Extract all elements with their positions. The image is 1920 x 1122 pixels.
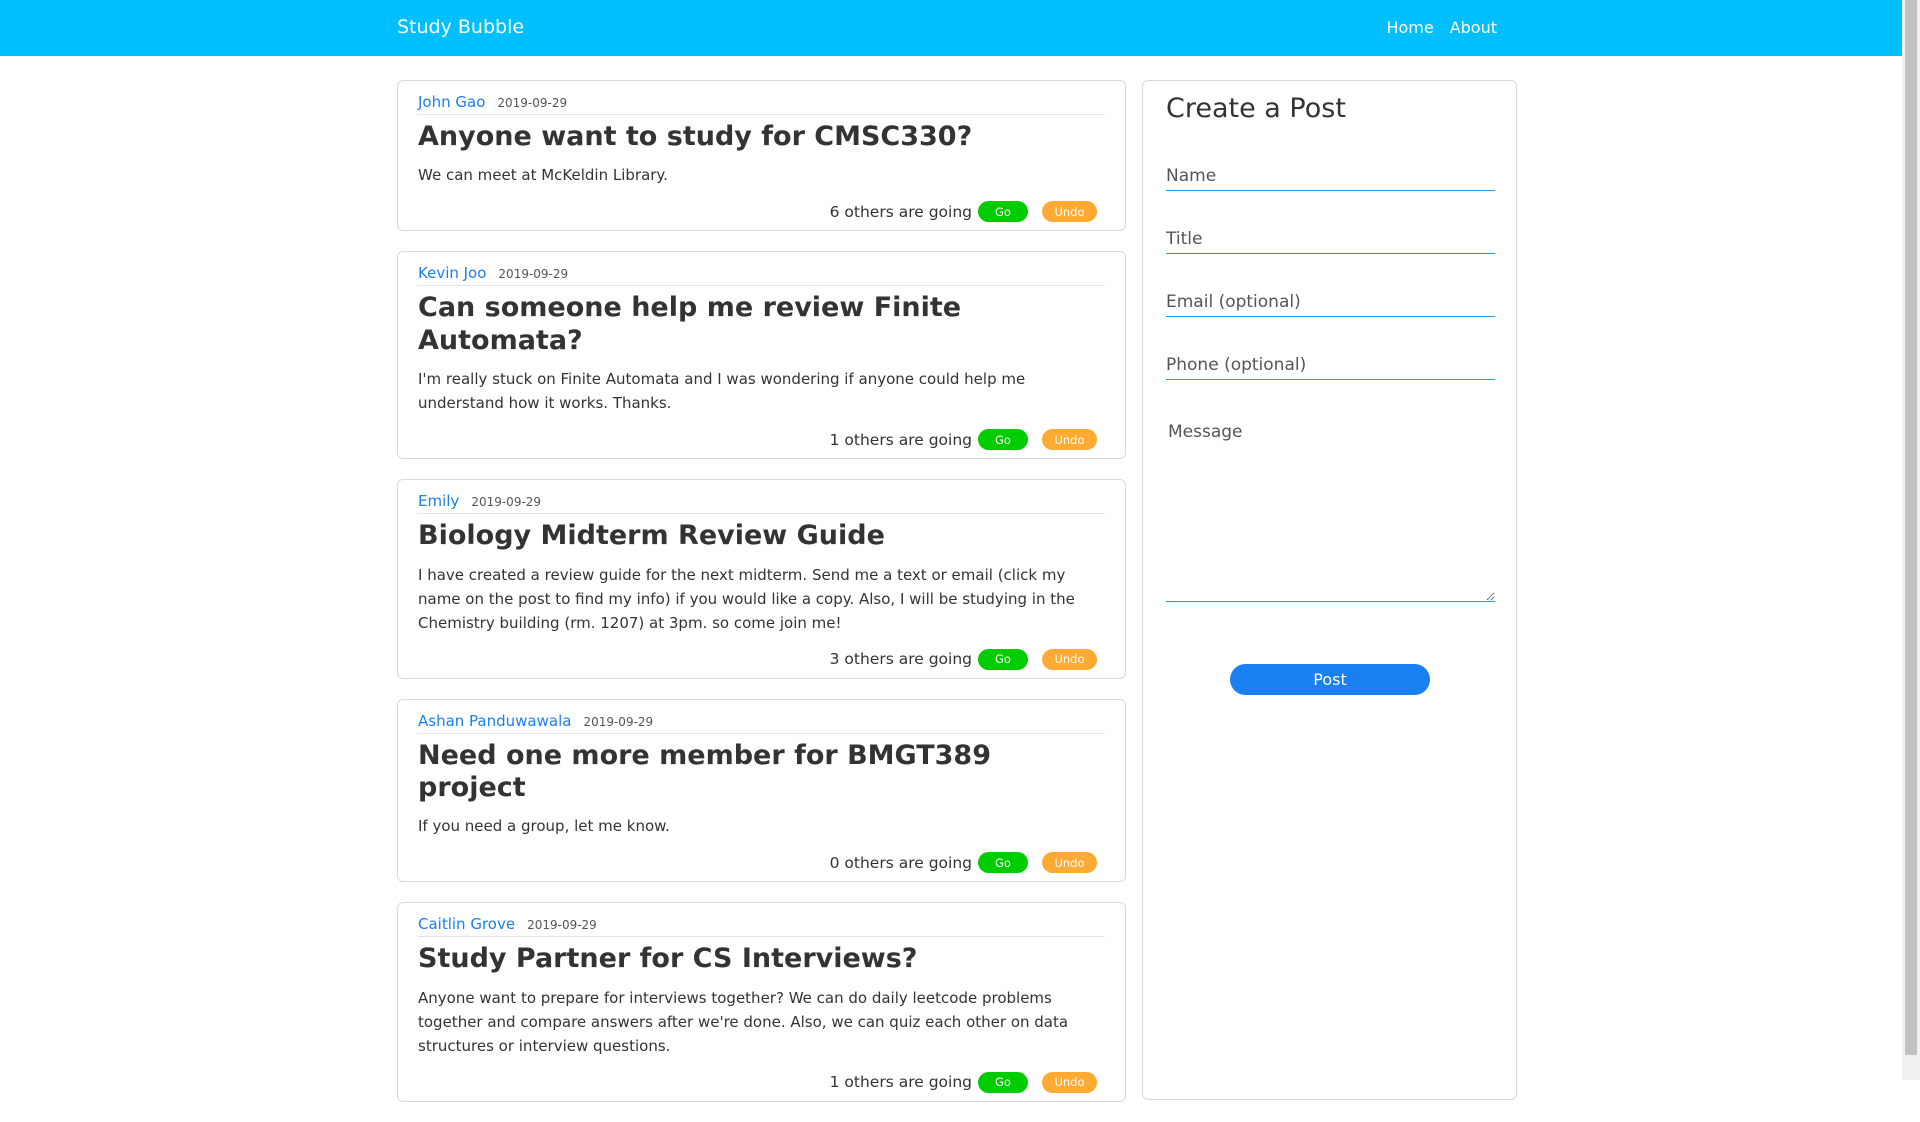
nav-home-link[interactable]: Home <box>1386 18 1433 37</box>
undo-button[interactable]: Undo <box>1042 429 1097 451</box>
post-card: Emily 2019-09-29 Biology Midterm Review … <box>397 479 1126 679</box>
post-header: Ashan Panduwawala 2019-09-29 <box>418 712 1105 734</box>
post-header: Caitlin Grove 2019-09-29 <box>418 915 1105 938</box>
page-scrollbar[interactable] <box>1902 0 1920 1080</box>
post-date: 2019-09-29 <box>497 96 568 110</box>
going-count: 3 others are going <box>829 650 972 669</box>
post-footer: 1 others are going Go Undo <box>418 429 1105 451</box>
create-post-panel: Create a Post Post <box>1142 80 1517 1100</box>
message-textarea[interactable] <box>1166 414 1495 602</box>
post-body: We can meet at McKeldin Library. <box>418 166 668 185</box>
post-date: 2019-09-29 <box>498 267 569 282</box>
email-input[interactable] <box>1166 288 1495 317</box>
post-author-link[interactable]: Emily <box>418 492 459 510</box>
undo-button[interactable]: Undo <box>1042 648 1097 670</box>
go-button[interactable]: Go <box>978 201 1028 223</box>
post-card: Ashan Panduwawala 2019-09-29 Need one mo… <box>397 698 1126 883</box>
name-input[interactable] <box>1166 162 1495 191</box>
post-body: If you need a group, let me know. <box>418 817 670 836</box>
post-author-link[interactable]: John Gao <box>418 93 485 111</box>
post-footer: 3 others are going Go Undo <box>418 648 1105 670</box>
undo-button[interactable]: Undo <box>1042 852 1097 874</box>
undo-button[interactable]: Undo <box>1042 1071 1097 1093</box>
post-card: John Gao 2019-09-29 Anyone want to study… <box>397 80 1126 232</box>
post-date: 2019-09-29 <box>583 714 654 729</box>
post-card: Caitlin Grove 2019-09-29 Study Partner f… <box>397 902 1126 1102</box>
post-body: I'm really stuck on Finite Automata and … <box>418 370 1026 413</box>
post-title: Biology Midterm Review Guide <box>418 520 885 552</box>
go-button[interactable]: Go <box>978 648 1028 670</box>
post-body: Anyone want to prepare for interviews to… <box>418 988 1069 1055</box>
undo-button[interactable]: Undo <box>1042 201 1097 223</box>
post-date: 2019-09-29 <box>527 918 597 933</box>
post-title: Can someone help me review Finite Automa… <box>418 292 962 356</box>
brand-link[interactable]: Study Bubble <box>397 16 524 38</box>
going-count: 1 others are going <box>829 1073 972 1092</box>
post-title: Anyone want to study for CMSC330? <box>418 121 973 152</box>
post-header: John Gao 2019-09-29 <box>418 93 1105 115</box>
nav-links: Home About <box>1386 18 1497 37</box>
post-title: Study Partner for CS Interviews? <box>418 943 918 975</box>
go-button[interactable]: Go <box>978 852 1028 874</box>
post-author-link[interactable]: Caitlin Grove <box>418 915 515 933</box>
navbar: Study Bubble Home About <box>0 0 1902 56</box>
post-author-link[interactable]: Ashan Panduwawala <box>418 712 571 730</box>
post-card: Kevin Joo 2019-09-29 Can someone help me… <box>397 251 1126 460</box>
phone-input[interactable] <box>1166 351 1495 380</box>
post-footer: 6 others are going Go Undo <box>418 201 1105 223</box>
go-button[interactable]: Go <box>978 1071 1028 1093</box>
nav-about-link[interactable]: About <box>1450 18 1497 37</box>
post-footer: 0 others are going Go Undo <box>418 852 1105 874</box>
post-author-link[interactable]: Kevin Joo <box>418 264 486 282</box>
post-title: Need one more member for BMGT389 project <box>418 739 991 803</box>
go-button[interactable]: Go <box>978 429 1028 451</box>
post-body: I have created a review guide for the ne… <box>418 565 1075 632</box>
post-footer: 1 others are going Go Undo <box>418 1071 1105 1093</box>
title-input[interactable] <box>1166 225 1495 254</box>
going-count: 0 others are going <box>829 853 972 872</box>
post-feed: John Gao 2019-09-29 Anyone want to study… <box>397 80 1126 1122</box>
post-header: Kevin Joo 2019-09-29 <box>418 264 1105 287</box>
post-date: 2019-09-29 <box>471 495 542 510</box>
going-count: 1 others are going <box>829 430 972 449</box>
going-count: 6 others are going <box>829 202 972 221</box>
post-submit-button[interactable]: Post <box>1230 664 1430 695</box>
post-header: Emily 2019-09-29 <box>418 492 1105 515</box>
scrollbar-thumb[interactable] <box>1905 0 1917 1055</box>
create-post-title: Create a Post <box>1166 93 1346 124</box>
